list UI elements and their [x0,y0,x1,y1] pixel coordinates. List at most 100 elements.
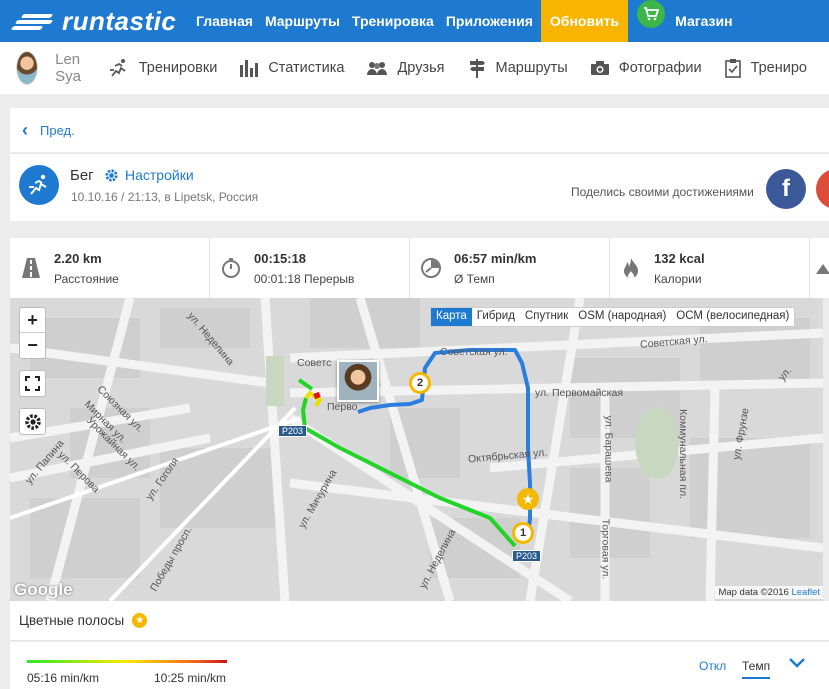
top-navigation-bar: runtastic Главная Маршруты Тренировка Пр… [0,0,829,42]
street-label: Советская ул. [440,346,508,358]
premium-star-icon: ★ [132,613,148,628]
pace-value: 06:57 min/km [454,251,537,266]
road-icon [22,258,40,278]
layer-satellite[interactable]: Спутник [520,308,573,326]
pace-label: Ø Темп [454,272,495,286]
street-label: Торговая ул. [599,518,612,580]
finish-star-marker[interactable]: ★ [517,488,539,510]
camera-icon [590,61,609,75]
gear-icon [105,168,118,182]
street-label: Советс [297,357,332,369]
subnav-training-plans-label: Трениро [750,60,807,76]
stat-distance: 2.20 km Расстояние [10,238,210,298]
nav-training[interactable]: Тренировка [346,0,440,42]
share-label: Поделись своими достижениями [571,185,754,199]
subnav-workouts-label: Тренировки [138,60,218,76]
layer-map[interactable]: Карта [431,308,472,326]
subnav-statistics[interactable]: Статистика [239,59,344,77]
duration-value: 00:15:18 [254,251,307,266]
pace-legend: 05:16 min/km 10:25 min/km Откл Темп [10,642,829,689]
road-badge: Р203 [278,425,308,437]
color-bars-header: Цветные полосы ★ [10,601,829,641]
activity-header: Бег Настройки 10.10.16 / 21:13, в Lipets… [10,153,829,221]
pause-label: 00:01:18 Перерыв [254,272,355,286]
settings-label: Настройки [125,167,194,183]
subnav-routes-label: Маршруты [495,60,568,76]
pace-gradient-bar [27,660,227,663]
distance-label: Расстояние [54,272,119,286]
map-settings-button[interactable] [19,408,46,435]
zoom-control: + − [19,307,46,359]
pace-tab[interactable]: Темп [742,659,771,679]
route-map[interactable]: ул. Неделина Советс Советская ул. Советс… [10,298,823,601]
subnav-friends-label: Друзья [397,60,445,76]
sport-name: Бег [70,167,94,184]
elevation-icon [816,264,829,274]
street-label: ул. Барашева [602,415,615,483]
signpost-icon [469,59,485,78]
user-avatar[interactable] [16,51,39,85]
nav-routes[interactable]: Маршруты [259,0,346,42]
km-marker-1[interactable]: 1 [512,522,534,544]
nav-shop[interactable]: Магазин [665,0,738,42]
map-data-label: Map data ©2016 [718,587,789,598]
previous-label: Пред. [40,122,75,138]
subnav-friends[interactable]: Друзья [366,60,445,76]
distance-value: 2.20 km [54,251,102,266]
google-plus-share-button[interactable] [816,169,829,209]
chevron-down-icon[interactable] [788,656,806,670]
clipboard-icon [724,59,741,78]
calories-label: Калории [654,272,702,286]
pace-icon [421,258,441,278]
chevron-left-icon: ‹ [22,119,28,140]
pace-max-label: 10:25 min/km [154,671,227,685]
km-marker-2[interactable]: 2 [409,372,431,394]
stat-pace: 06:57 min/km Ø Темп [410,238,610,298]
subnav-training-plans[interactable]: Трениро [724,58,807,78]
layer-hybrid[interactable]: Гибрид [472,308,520,326]
runner-icon [109,59,126,77]
previous-activity-link[interactable]: ‹ Пред. [10,108,829,152]
facebook-share-button[interactable]: f [766,169,806,209]
stat-duration: 00:15:18 00:01:18 Перерыв [210,238,410,298]
fullscreen-button[interactable] [19,370,46,397]
map-layer-switcher: Карта Гибрид Спутник OSM (народная) ОСМ … [430,307,796,327]
subnav-workouts[interactable]: Тренировки [108,58,218,78]
stat-calories: 132 kcal Калории [610,238,810,298]
runtastic-logo[interactable]: runtastic [0,0,190,42]
street-label: Коммунальная пл. [676,409,689,499]
leaflet-link[interactable]: Leaflet [791,587,820,598]
street-label: ул. Первомайская [535,387,624,399]
settings-link[interactable]: Настройки [104,167,194,183]
road-badge: Р203 [512,550,542,562]
off-link[interactable]: Откл [699,659,726,673]
layer-osm[interactable]: OSM (народная) [573,308,671,326]
friends-icon [367,62,388,75]
google-logo: Google [14,580,73,599]
fullscreen-icon [25,376,40,391]
subnav-photos[interactable]: Фотографии [590,60,702,76]
layer-osm-bike[interactable]: ОСМ (велосипедная) [671,308,794,326]
nav-home[interactable]: Главная [190,0,259,42]
color-bars-title: Цветные полосы [19,613,125,628]
flame-icon [624,258,638,279]
photo-marker[interactable] [337,360,379,402]
calories-value: 132 kcal [654,251,705,266]
stats-bar: 2.20 km Расстояние 00:15:18 00:01:18 Пер… [10,238,829,298]
gear-icon [24,413,41,430]
nav-apps[interactable]: Приложения [440,0,539,42]
bar-chart-icon [240,60,259,77]
cart-icon[interactable] [637,0,666,28]
user-subnav: Len Sya Тренировки Статистика Друзья Мар… [0,42,829,94]
zoom-in-button[interactable]: + [20,308,45,333]
running-sport-icon [19,165,59,205]
subnav-photos-label: Фотографии [618,60,702,76]
pace-min-label: 05:16 min/km [27,671,100,685]
subnav-routes[interactable]: Маршруты [467,58,568,78]
map-attribution: Map data ©2016 Leaflet [715,586,823,599]
update-button[interactable]: Обновить [540,0,629,42]
user-name[interactable]: Len Sya [55,51,90,85]
zoom-out-button[interactable]: − [20,333,45,358]
activity-date-location: 10.10.16 / 21:13, в Lipetsk, Россия [71,190,259,204]
subnav-statistics-label: Статистика [268,60,345,76]
